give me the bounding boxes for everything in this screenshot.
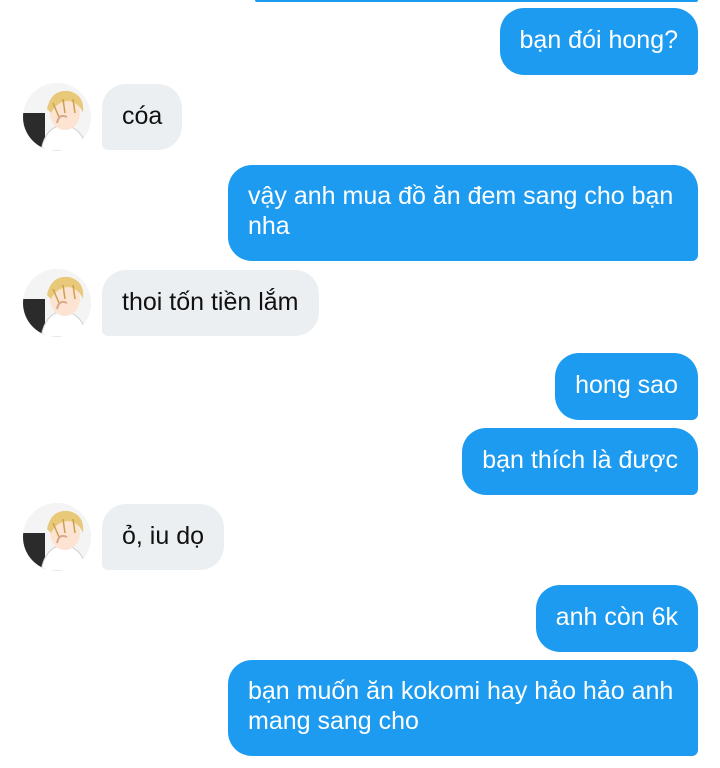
outgoing-message-bubble[interactable]: anh còn 6k — [535, 585, 698, 652]
contact-avatar[interactable] — [23, 269, 91, 337]
incoming-message-bubble[interactable]: cóa — [102, 84, 183, 150]
incoming-message-bubble[interactable]: ỏ, iu dọ — [102, 504, 225, 570]
contact-avatar[interactable] — [23, 503, 91, 571]
incoming-message-bubble[interactable]: thoi tốn tiền lắm — [102, 270, 319, 336]
outgoing-message-bubble[interactable]: hong sao — [555, 353, 698, 420]
outgoing-message-bubble[interactable]: bạn đói hong? — [499, 8, 698, 75]
avatar-illustration-icon — [23, 83, 91, 151]
contact-avatar[interactable] — [23, 83, 91, 151]
avatar-illustration-icon — [23, 269, 91, 337]
previous-message-bubble-edge — [255, 0, 698, 2]
outgoing-message-bubble[interactable]: bạn muốn ăn kokomi hay hảo hảo anh mang … — [228, 660, 698, 756]
avatar-illustration-icon — [23, 503, 91, 571]
outgoing-message-bubble[interactable]: vậy anh mua đồ ăn đem sang cho bạn nha — [228, 165, 698, 261]
outgoing-message-bubble[interactable]: bạn thích là được — [462, 428, 698, 495]
